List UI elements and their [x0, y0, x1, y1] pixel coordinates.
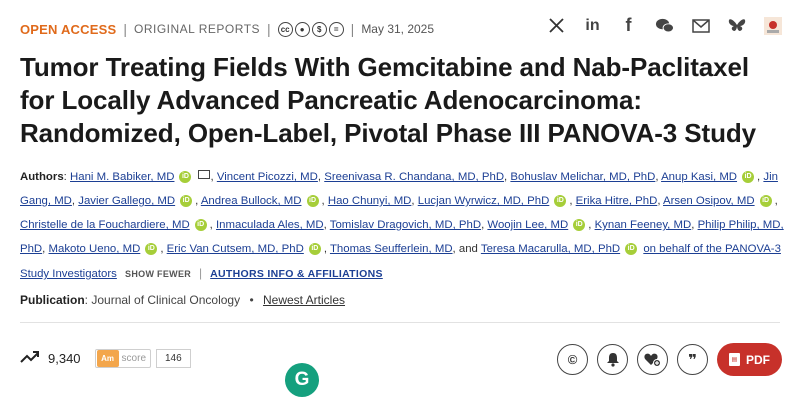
altmetric-score-value[interactable]: 146: [156, 349, 191, 368]
mendeley-icon[interactable]: [763, 16, 782, 35]
publication-date: May 31, 2025: [361, 22, 435, 36]
article-title: Tumor Treating Fields With Gemcitabine a…: [20, 52, 757, 148]
author-link[interactable]: Javier Gallego, MD: [78, 195, 175, 207]
author-link[interactable]: Hao Chunyi, MD: [328, 195, 412, 207]
orcid-icon[interactable]: iD: [554, 195, 567, 207]
orcid-icon[interactable]: iD: [180, 195, 193, 207]
cite-quote-icon[interactable]: ❞: [677, 344, 708, 375]
orcid-icon[interactable]: iD: [194, 219, 207, 231]
cc-icon: cc: [277, 21, 293, 37]
show-fewer-button[interactable]: SHOW FEWER: [125, 269, 191, 279]
altmetric-score-label: score: [121, 353, 146, 364]
article-header-bar: OPEN ACCESS | ORIGINAL REPORTS | cc ● $ …: [20, 15, 782, 40]
separator: |: [267, 21, 271, 37]
divider: [20, 322, 780, 323]
author-link[interactable]: Sreenivasa R. Chandana, MD, PhD: [324, 171, 504, 183]
author-link[interactable]: Vincent Picozzi, MD: [217, 171, 318, 183]
authors-affiliations-link[interactable]: AUTHORS INFO & AFFILIATIONS: [210, 268, 383, 280]
author-link[interactable]: Tomislav Dragovich, MD, PhD: [330, 219, 481, 231]
report-type-label: ORIGINAL REPORTS: [134, 22, 261, 36]
separator: |: [123, 21, 127, 37]
noderivatives-icon: =: [328, 21, 344, 37]
orcid-icon[interactable]: iD: [625, 243, 638, 255]
authors-label: Authors: [20, 171, 64, 183]
email-icon[interactable]: [198, 170, 211, 179]
author-link[interactable]: Teresa Macarulla, MD, PhD: [481, 243, 620, 255]
orcid-icon[interactable]: iD: [179, 171, 192, 183]
linkedin-icon[interactable]: in: [583, 16, 602, 35]
journal-name: Journal of Clinical Oncology: [91, 293, 241, 307]
altmetric-icon: Am: [96, 350, 119, 367]
article-actions: © ❞ ▤ PDF: [557, 343, 782, 376]
bluesky-icon[interactable]: [727, 16, 746, 35]
permissions-icon[interactable]: ©: [557, 344, 588, 375]
publication-info: Publication: Journal of Clinical Oncolog…: [20, 293, 346, 307]
pdf-file-icon: ▤: [729, 353, 740, 366]
altmetric-badge[interactable]: Am score: [94, 349, 151, 368]
email-icon[interactable]: [691, 16, 710, 35]
metrics-bar: 9,340 Am score 146: [20, 348, 191, 369]
facebook-icon[interactable]: f: [619, 15, 638, 35]
attribution-icon: ●: [294, 21, 310, 37]
pdf-button[interactable]: ▤ PDF: [717, 343, 782, 376]
x-icon[interactable]: [547, 16, 566, 35]
publication-label: Publication: [20, 293, 85, 307]
alert-bell-icon[interactable]: [597, 344, 628, 375]
separator: |: [350, 21, 355, 37]
license-icons[interactable]: cc ● $ =: [277, 21, 344, 37]
share-toolbar: in f: [547, 15, 782, 35]
open-access-label: OPEN ACCESS: [20, 21, 117, 37]
pdf-label: PDF: [746, 352, 770, 367]
newest-articles-link[interactable]: Newest Articles: [263, 293, 345, 307]
wechat-icon[interactable]: [655, 16, 674, 35]
author-link[interactable]: Lucjan Wyrwicz, MD, PhD: [418, 195, 550, 207]
author-link[interactable]: Thomas Seufferlein, MD: [330, 243, 453, 255]
orcid-icon[interactable]: iD: [308, 243, 321, 255]
orcid-icon[interactable]: iD: [573, 219, 586, 231]
author-link[interactable]: Bohuslav Melichar, MD, PhD: [510, 171, 655, 183]
trending-icon: [20, 348, 40, 369]
author-link[interactable]: Erika Hitre, PhD: [576, 195, 658, 207]
author-link[interactable]: Hani M. Babiker, MD: [70, 171, 174, 183]
orcid-icon[interactable]: iD: [306, 195, 319, 207]
orcid-icon[interactable]: iD: [759, 195, 772, 207]
author-link[interactable]: Makoto Ueno, MD: [49, 243, 141, 255]
author-link[interactable]: Kynan Feeney, MD: [595, 219, 692, 231]
noncommercial-icon: $: [311, 21, 327, 37]
orcid-icon[interactable]: iD: [742, 171, 755, 183]
orcid-icon[interactable]: iD: [145, 243, 158, 255]
author-link[interactable]: Andrea Bullock, MD: [201, 195, 302, 207]
author-link[interactable]: Arsen Osipov, MD: [663, 195, 755, 207]
favorite-add-icon[interactable]: [637, 344, 668, 375]
views-count: 9,340: [48, 351, 81, 366]
author-link[interactable]: Anup Kasi, MD: [661, 171, 737, 183]
authors-block: Authors: Hani M. Babiker, MD iD, Vincent …: [20, 170, 784, 280]
author-link[interactable]: Eric Van Cutsem, MD, PhD: [167, 243, 304, 255]
author-link[interactable]: Inmaculada Ales, MD: [216, 219, 324, 231]
author-link[interactable]: Woojin Lee, MD: [487, 219, 568, 231]
grammarly-icon[interactable]: G: [285, 363, 319, 397]
author-link[interactable]: Christelle de la Fouchardiere, MD: [20, 219, 190, 231]
and-text: and: [458, 243, 478, 255]
